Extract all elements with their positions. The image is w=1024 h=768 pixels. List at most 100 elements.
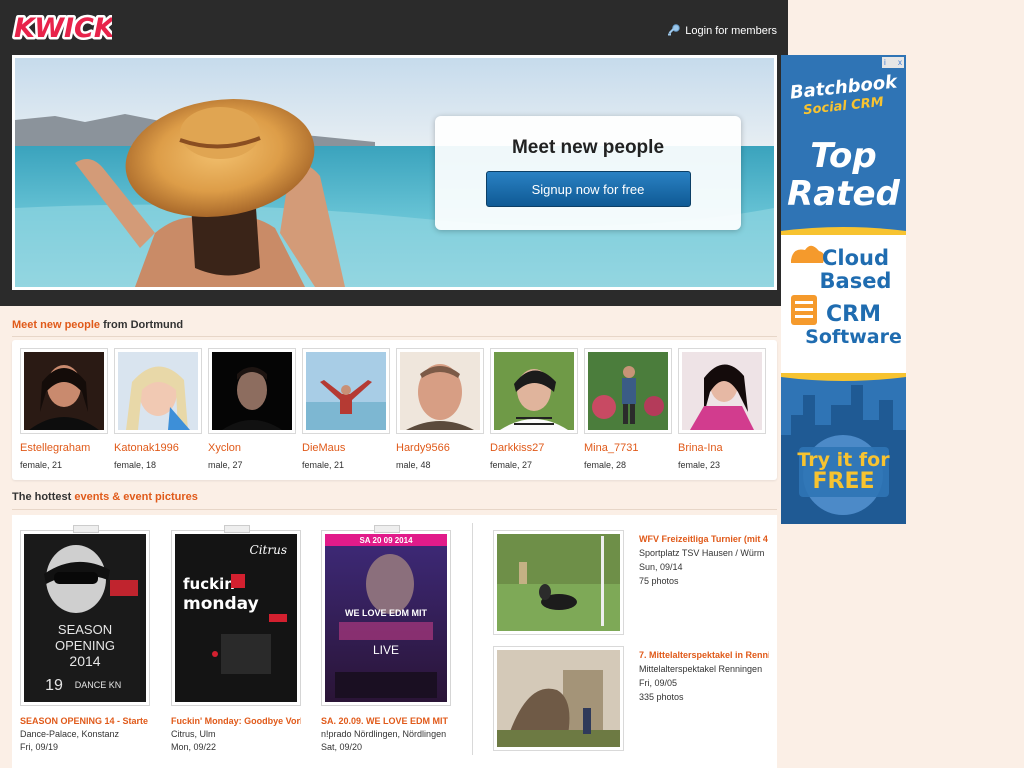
person-photo[interactable] <box>208 348 296 434</box>
event-date: Fri, 09/19 <box>20 742 59 752</box>
event-card[interactable]: SA 20 09 2014 WE LOVE EDM MIT LIVE SA. 2… <box>321 525 451 752</box>
event-date: Mon, 09/22 <box>171 742 217 752</box>
page: KWICK! KWICK! Login for members <box>0 0 788 768</box>
batchbook-ad[interactable]: i x Batchbook Social CRM Top Rated Cloud… <box>781 55 906 524</box>
people-section-suffix: from Dortmund <box>100 319 184 331</box>
ad-crm-line2: Software <box>805 326 902 348</box>
person-info: male, 48 <box>396 460 431 470</box>
login-link[interactable]: Login for members <box>667 24 777 37</box>
ad-headline-line2: Rated <box>787 174 900 214</box>
album-info: WFV Freizeitliga Turnier (mit 4 Sportpla… <box>639 534 769 586</box>
person-card[interactable]: Xyclon male, 27 <box>208 348 296 470</box>
hero-banner: Meet new people Signup now for free <box>12 55 777 290</box>
person-info: female, 18 <box>114 460 157 470</box>
events-section-prefix: The hottest <box>12 491 75 503</box>
person-photo[interactable] <box>678 348 766 434</box>
album-title[interactable]: WFV Freizeitliga Turnier (mit 4 <box>639 534 769 544</box>
ad-try-line2: FREE <box>812 469 875 494</box>
ad-crm-text: CRM Software <box>781 303 906 349</box>
login-label: Login for members <box>685 24 777 37</box>
event-pictures-link[interactable]: event pictures <box>123 491 198 503</box>
ad-cloud-line2: Based <box>819 269 892 293</box>
person-card[interactable]: Katonak1996 female, 18 <box>114 348 202 470</box>
person-info: female, 27 <box>490 460 533 470</box>
person-photo[interactable] <box>302 348 390 434</box>
person-name[interactable]: Darkkiss27 <box>490 442 578 454</box>
album-title[interactable]: 7. Mittelalterspektakel in Renni <box>639 650 769 660</box>
svg-text:WE LOVE EDM MIT: WE LOVE EDM MIT <box>345 608 428 618</box>
event-title[interactable]: SA. 20.09. WE LOVE EDM MIT B <box>321 716 451 726</box>
events-link[interactable]: events <box>74 491 109 503</box>
album-info: 7. Mittelalterspektakel in Renni Mittela… <box>639 650 769 702</box>
person-name[interactable]: Mina_7731 <box>584 442 672 454</box>
album-count: 75 photos <box>639 576 679 586</box>
events-section-title: The hottest events & event pictures <box>12 491 198 503</box>
people-section-title: Meet new people from Dortmund <box>12 319 183 331</box>
ad-crm-line1: CRM <box>826 302 881 327</box>
hero-title: Meet new people <box>511 137 665 158</box>
svg-text:OPENING: OPENING <box>55 638 115 653</box>
ad-cloud-line1: Cloud <box>821 246 890 270</box>
album-count: 335 photos <box>639 692 684 702</box>
album-place: Sportplatz TSV Hausen / Würm <box>639 548 765 558</box>
person-card[interactable]: Estellegraham female, 21 <box>20 348 108 470</box>
ad-try-button[interactable]: Try it for FREE <box>781 449 906 493</box>
person-card[interactable]: Brina-Ina female, 23 <box>678 348 766 470</box>
event-place: Dance-Palace, Konstanz <box>20 729 120 739</box>
person-info: female, 21 <box>302 460 345 470</box>
person-info: male, 27 <box>208 460 243 470</box>
ad-headline-line1: Top <box>810 136 877 176</box>
event-title[interactable]: SEASON OPENING 14 - Starte in <box>20 716 150 726</box>
kwick-logo[interactable]: KWICK! KWICK! <box>12 11 130 47</box>
key-icon <box>668 24 680 36</box>
person-name[interactable]: Xyclon <box>208 442 296 454</box>
person-info: female, 23 <box>678 460 721 470</box>
event-flyer[interactable]: Citrus fuckin monday <box>171 525 301 706</box>
events-divider <box>472 523 473 755</box>
event-flyer[interactable]: SA 20 09 2014 WE LOVE EDM MIT LIVE <box>321 525 451 706</box>
person-photo[interactable] <box>490 348 578 434</box>
person-name[interactable]: Hardy9566 <box>396 442 484 454</box>
event-title[interactable]: Fuckin' Monday: Goodbye Vork <box>171 716 301 726</box>
person-photo[interactable] <box>114 348 202 434</box>
person-photo[interactable] <box>396 348 484 434</box>
album-thumbnail[interactable] <box>493 530 624 635</box>
person-name[interactable]: DieMaus <box>302 442 390 454</box>
person-info: female, 21 <box>20 460 63 470</box>
person-name[interactable]: Katonak1996 <box>114 442 202 454</box>
svg-text:19: 19 <box>45 677 63 694</box>
signup-button[interactable]: Signup now for free <box>485 171 691 207</box>
svg-text:DANCE KN: DANCE KN <box>75 680 122 690</box>
event-place: Citrus, Ulm <box>171 729 216 739</box>
ad-close-icon[interactable]: x <box>898 57 902 68</box>
ad-info-icon[interactable]: i <box>884 57 886 68</box>
person-photo[interactable] <box>20 348 108 434</box>
event-card[interactable]: Citrus fuckin monday Fuckin' Monday: Goo… <box>171 525 301 752</box>
person-card[interactable]: DieMaus female, 21 <box>302 348 390 470</box>
flyer-tab <box>224 525 250 533</box>
people-section-highlight[interactable]: Meet new people <box>12 319 100 331</box>
person-name[interactable]: Brina-Ina <box>678 442 766 454</box>
header: KWICK! KWICK! Login for members <box>0 0 788 306</box>
event-flyer[interactable]: SEASON OPENING 2014 19 DANCE KN <box>20 525 150 706</box>
album-date: Fri, 09/05 <box>639 678 678 688</box>
ad-badge[interactable]: i x <box>882 57 904 68</box>
event-date: Sat, 09/20 <box>321 742 363 752</box>
person-photo[interactable] <box>584 348 672 434</box>
person-name[interactable]: Estellegraham <box>20 442 108 454</box>
ad-headline: Top Rated <box>781 137 906 213</box>
person-card[interactable]: Darkkiss27 female, 27 <box>490 348 578 470</box>
album-thumbnail[interactable] <box>493 646 624 751</box>
section-divider <box>12 336 777 337</box>
album-date: Sun, 09/14 <box>639 562 683 572</box>
person-card[interactable]: Hardy9566 male, 48 <box>396 348 484 470</box>
person-info: female, 28 <box>584 460 627 470</box>
svg-text:SA 20 09 2014: SA 20 09 2014 <box>359 536 413 545</box>
event-place: n!prado Nördlingen, Nördlingen <box>321 729 447 739</box>
svg-text:SEASON: SEASON <box>58 622 112 637</box>
svg-text:fuckin: fuckin <box>183 575 235 593</box>
album-place: Mittelalterspektakel Renningen <box>639 664 763 674</box>
ad-cloud-text: Cloud Based <box>781 247 906 293</box>
event-card[interactable]: SEASON OPENING 2014 19 DANCE KN SEASON O… <box>20 525 150 752</box>
person-card[interactable]: Mina_7731 female, 28 <box>584 348 672 470</box>
